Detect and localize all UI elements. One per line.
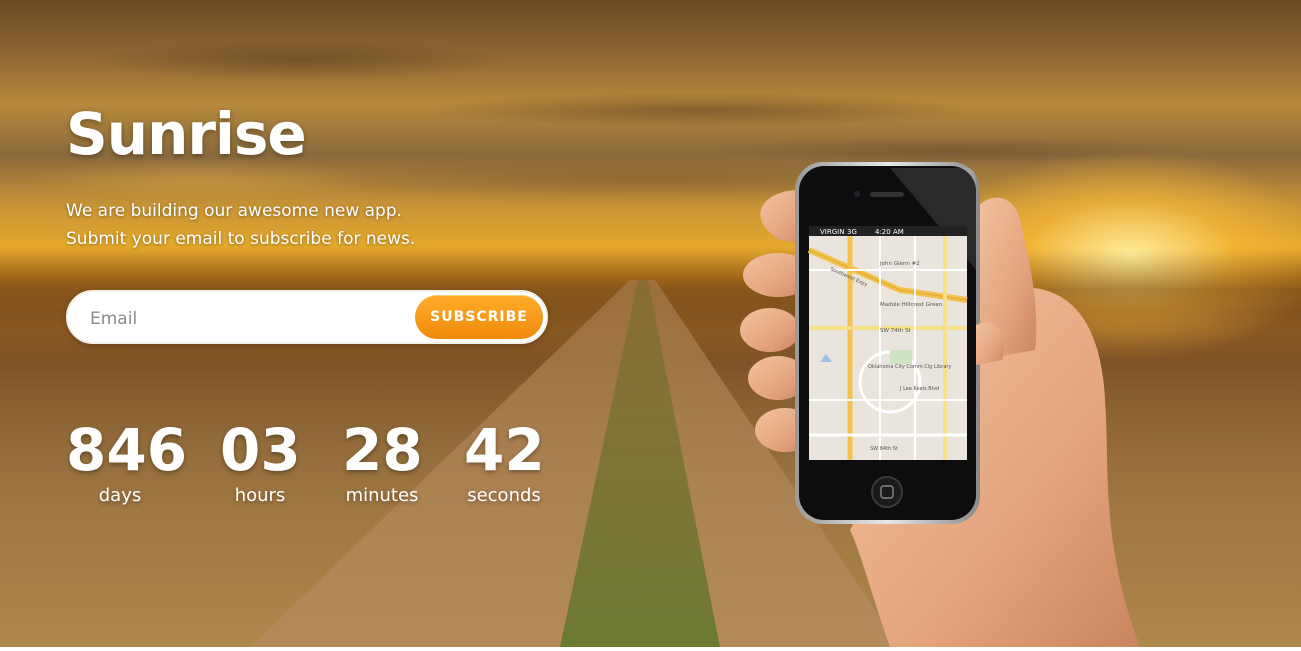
phone-carrier: VIRGIN — [820, 228, 844, 236]
countdown-seconds: 42 seconds — [464, 415, 545, 507]
phone-illustration: VIRGIN 3G 4:20 AM John Glenn #2 Madole H… — [740, 162, 1140, 647]
subtitle-line-2: Submit your email to subscribe for news. — [66, 229, 416, 249]
countdown-minutes: 28 minutes — [342, 415, 423, 507]
days-value: 846 — [66, 416, 188, 484]
map-label-84th: SW 84th St — [870, 446, 898, 452]
email-input[interactable] — [88, 304, 392, 334]
map-label-john-glenn: John Glenn #2 — [879, 261, 920, 267]
subscribe-form: SUBSCRIBE — [66, 290, 548, 344]
phone-network: 3G — [847, 228, 857, 236]
map-label-library: Oklahoma City Comm Clg Library — [868, 364, 951, 370]
page-title: Sunrise — [66, 100, 307, 168]
days-label: days — [98, 485, 142, 506]
map-label-keels: J Lee Keels Blvd — [899, 386, 939, 392]
countdown-hours: 03 hours — [220, 415, 301, 507]
map-label-madole: Madole Hillcrest Green — [880, 302, 943, 308]
phone-time: 4:20 AM — [875, 228, 904, 236]
page-subtitle: We are building our awesome new app. Sub… — [66, 197, 415, 253]
subtitle-line-1: We are building our awesome new app. — [66, 201, 403, 221]
hours-label: hours — [234, 485, 286, 506]
minutes-value: 28 — [342, 416, 423, 484]
map-label-74th: SW 74th St — [880, 328, 912, 334]
subscribe-button[interactable]: SUBSCRIBE — [415, 295, 543, 339]
countdown-days: 846 days — [66, 415, 188, 507]
hand-holding-phone: VIRGIN 3G 4:20 AM John Glenn #2 Madole H… — [740, 150, 1160, 647]
minutes-label: minutes — [345, 485, 419, 506]
seconds-value: 42 — [464, 416, 545, 484]
seconds-label: seconds — [467, 485, 541, 506]
hours-value: 03 — [220, 416, 301, 484]
